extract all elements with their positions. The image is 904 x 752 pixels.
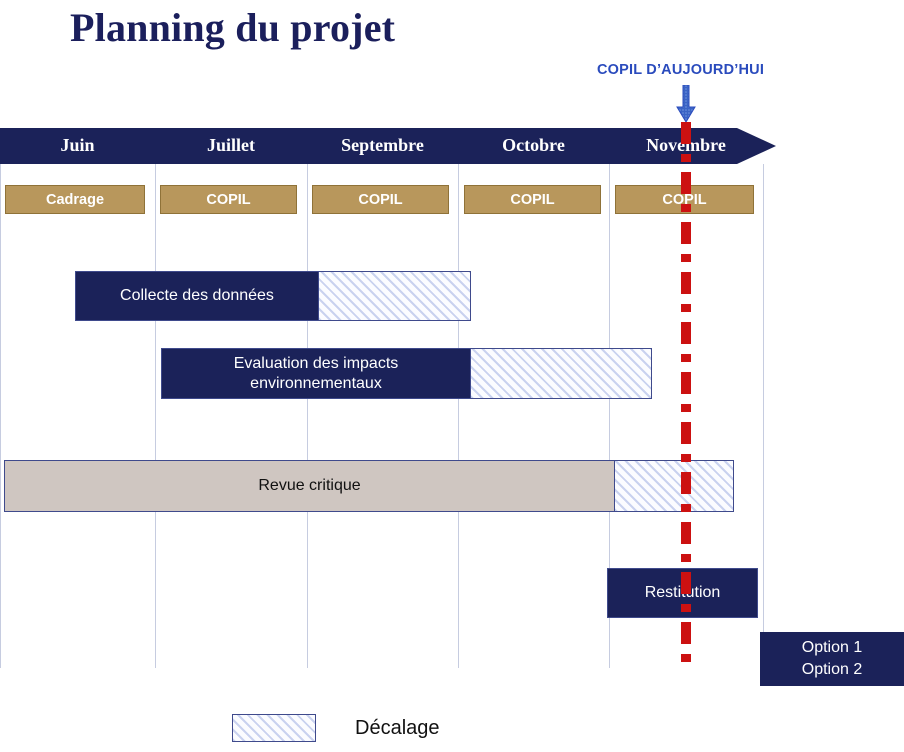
milestone-copil-1[interactable]: COPIL bbox=[160, 185, 297, 214]
legend-delay-swatch bbox=[232, 714, 316, 742]
grid-line bbox=[0, 164, 1, 668]
milestone-cadrage[interactable]: Cadrage bbox=[5, 185, 145, 214]
task-label: Collecte des données bbox=[75, 271, 319, 321]
task-delay-segment bbox=[318, 271, 471, 321]
grid-line bbox=[307, 164, 308, 668]
month-label-octobre: Octobre bbox=[502, 135, 565, 155]
task-delay-segment bbox=[470, 348, 652, 399]
month-label-septembre: Septembre bbox=[341, 135, 424, 155]
task-bar-collecte-des-donnees[interactable]: Collecte des données bbox=[75, 271, 471, 321]
timeline-header-band: Juin Juillet Septembre Octobre Novembre bbox=[0, 128, 776, 164]
option-2-label: Option 2 bbox=[801, 661, 863, 678]
task-label: Evaluation des impacts environnementaux bbox=[161, 348, 471, 399]
option-1-label: Option 1 bbox=[801, 639, 863, 657]
milestone-copil-3[interactable]: COPIL bbox=[464, 185, 601, 214]
grid-line bbox=[155, 164, 156, 668]
task-bar-evaluation-des-impacts[interactable]: Evaluation des impacts environnementaux bbox=[161, 348, 652, 399]
project-timeline-diagram: Planning du projet COPIL D’AUJOURD’HUI J… bbox=[0, 0, 904, 752]
month-label-juillet: Juillet bbox=[207, 135, 255, 155]
task-label: Revue critique bbox=[4, 460, 615, 512]
options-box[interactable]: Option 1 Option 2 bbox=[760, 632, 904, 686]
page-title: Planning du projet bbox=[70, 5, 396, 50]
today-marker-label: COPIL D’AUJOURD’HUI bbox=[597, 62, 765, 78]
milestone-copil-2[interactable]: COPIL bbox=[312, 185, 449, 214]
task-delay-segment bbox=[614, 460, 734, 512]
legend-delay-label: Décalage bbox=[355, 717, 440, 739]
today-vertical-line bbox=[681, 122, 691, 668]
grid-line bbox=[458, 164, 459, 668]
grid-line bbox=[763, 164, 764, 668]
task-bar-revue-critique[interactable]: Revue critique bbox=[4, 460, 734, 512]
down-arrow-icon bbox=[676, 84, 696, 123]
month-label-juin: Juin bbox=[60, 135, 95, 155]
